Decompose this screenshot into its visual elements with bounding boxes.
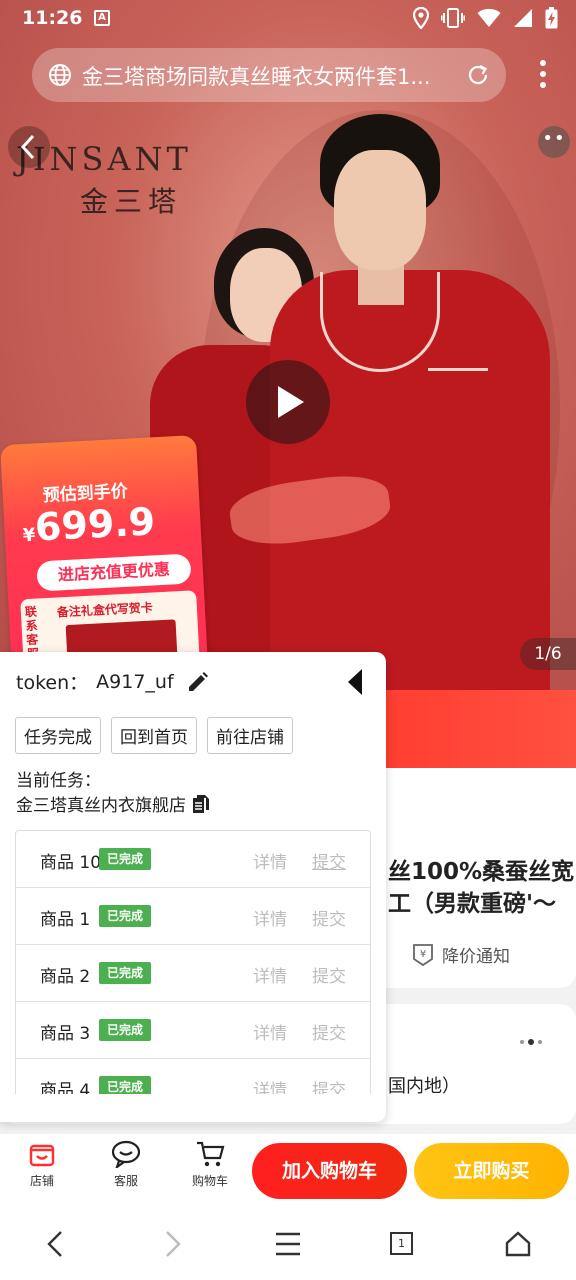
buy-now-button[interactable]: 立即购买 <box>414 1143 569 1199</box>
status-badge: 已完成 <box>99 1019 152 1041</box>
task-submit-link[interactable]: 提交 <box>312 848 346 873</box>
task-row: 商品 4 已完成 详情 提交 <box>16 1059 370 1094</box>
product-title[interactable]: 丝100%桑蚕丝宽 工（男款重磅'〜 <box>388 856 574 920</box>
chevron-left-icon <box>20 134 35 160</box>
task-submit-link[interactable]: 提交 <box>312 1019 346 1044</box>
browser-navigation-bar <box>0 1208 576 1280</box>
model-man-face <box>334 150 426 270</box>
product-title-line1: 丝100%桑蚕丝宽 <box>388 859 575 885</box>
token-value: A917_uf <box>96 670 174 693</box>
tabs-button[interactable]: 1 <box>390 1232 413 1255</box>
brand-logo-chinese: 金三塔 <box>80 185 183 218</box>
task-submit-link[interactable]: 提交 <box>312 1076 346 1094</box>
task-name: 商品 3 <box>40 1024 91 1044</box>
status-bar: 11:26 A <box>0 0 576 36</box>
task-panel: token： A917_uf 任务完成 回到首页 前往店铺 当前任务： 金三塔真… <box>0 652 386 1122</box>
customer-service-icon <box>111 1140 141 1168</box>
video-play-button[interactable] <box>246 360 330 444</box>
product-hero-image[interactable]: JINSANT 金三塔 预估到手价 ¥699.9 进店充值更优惠 联系客服 备注… <box>0 0 576 690</box>
current-store-name: 金三塔真丝内衣旗舰店 <box>16 796 186 816</box>
play-icon <box>278 386 304 418</box>
home-icon[interactable] <box>504 1230 532 1258</box>
task-row: 商品 10 已完成 详情 提交 <box>16 831 370 888</box>
task-done-button[interactable]: 任务完成 <box>15 717 101 754</box>
back-icon[interactable] <box>44 1230 66 1258</box>
cart-label: 购物车 <box>191 1174 228 1188</box>
task-name: 商品 4 <box>40 1081 91 1094</box>
page-more-button[interactable]: •• <box>538 126 570 158</box>
promo-price-value: 699.9 <box>33 499 157 550</box>
go-store-button[interactable]: 前往店铺 <box>207 717 293 754</box>
notification-a-icon: A <box>94 10 110 26</box>
token-label: token： <box>16 672 89 694</box>
shipping-text: 国内地） <box>388 1076 460 1097</box>
product-title-line2: 工（男款重磅'〜 <box>388 891 557 917</box>
browser-menu-icon[interactable] <box>540 60 546 88</box>
task-name: 商品 1 <box>40 910 91 930</box>
task-detail-link[interactable]: 详情 <box>253 962 287 987</box>
svg-text:¥: ¥ <box>420 949 426 960</box>
promo-price: ¥699.9 <box>21 499 156 550</box>
image-page-indicator: 1/6 <box>520 638 576 670</box>
store-label: 店铺 <box>29 1174 54 1188</box>
current-store: 金三塔真丝内衣旗舰店 <box>16 791 210 816</box>
status-badge: 已完成 <box>99 962 152 984</box>
store-tab[interactable]: 店铺 <box>12 1140 72 1189</box>
collapse-panel-icon[interactable] <box>346 668 366 696</box>
promo-note: 备注礼盒代写贺卡 <box>56 600 154 620</box>
task-row: 商品 3 已完成 详情 提交 <box>16 1002 370 1059</box>
wifi-icon <box>477 8 501 27</box>
service-label: 客服 <box>113 1174 138 1188</box>
task-submit-link[interactable]: 提交 <box>312 962 346 987</box>
task-list: 商品 10 已完成 详情 提交 商品 1 已完成 详情 提交 商品 2 已完成 … <box>15 830 371 1094</box>
edit-pencil-icon[interactable] <box>186 670 210 694</box>
vibrate-icon <box>441 8 465 28</box>
address-bar[interactable]: 金三塔商场同款真丝睡衣女两件套1... <box>32 48 506 102</box>
signal-icon <box>514 9 532 27</box>
panel-button-row: 任务完成 回到首页 前往店铺 <box>15 717 293 754</box>
forward-icon[interactable] <box>162 1230 184 1258</box>
location-icon <box>413 7 429 29</box>
battery-charging-icon <box>545 7 558 29</box>
price-tag-icon: ¥ <box>413 943 433 966</box>
menu-icon[interactable] <box>274 1230 302 1258</box>
task-row: 商品 2 已完成 详情 提交 <box>16 945 370 1002</box>
store-icon <box>29 1144 55 1167</box>
promo-subtitle: 进店充值更优惠 <box>36 553 192 592</box>
price-notify-button[interactable]: ¥ 降价通知 <box>412 942 510 967</box>
task-detail-link[interactable]: 详情 <box>253 1076 287 1094</box>
url-title: 金三塔商场同款真丝睡衣女两件套1... <box>82 65 431 89</box>
more-dots-icon: •• <box>542 128 566 149</box>
back-home-button[interactable]: 回到首页 <box>111 717 197 754</box>
pajama-pocket-piping <box>428 368 488 382</box>
carousel-dots <box>520 1039 542 1045</box>
bottom-action-bar: 店铺 客服 购物车 加入购物车 立即购买 <box>0 1134 576 1208</box>
add-to-cart-button[interactable]: 加入购物车 <box>252 1143 407 1199</box>
cart-tab[interactable]: 购物车 <box>180 1140 240 1189</box>
status-badge: 已完成 <box>99 848 152 870</box>
status-badge: 已完成 <box>99 905 152 927</box>
reload-icon[interactable] <box>466 63 490 87</box>
current-task-label: 当前任务： <box>16 771 101 791</box>
task-detail-link[interactable]: 详情 <box>253 905 287 930</box>
status-time: 11:26 <box>22 7 83 29</box>
status-badge: 已完成 <box>99 1076 152 1094</box>
task-name: 商品 2 <box>40 967 91 987</box>
task-detail-link[interactable]: 详情 <box>253 1019 287 1044</box>
token-row: token： A917_uf <box>16 668 210 695</box>
price-notify-label: 降价通知 <box>442 947 510 967</box>
task-row: 商品 1 已完成 详情 提交 <box>16 888 370 945</box>
service-tab[interactable]: 客服 <box>96 1140 156 1189</box>
globe-icon <box>49 64 71 86</box>
task-detail-link[interactable]: 详情 <box>253 848 287 873</box>
promo-currency: ¥ <box>22 524 36 547</box>
cart-icon <box>197 1141 225 1167</box>
task-submit-link[interactable]: 提交 <box>312 905 346 930</box>
page-back-button[interactable] <box>8 126 50 168</box>
copy-icon[interactable] <box>192 794 210 814</box>
promo-price-card: 预估到手价 ¥699.9 进店充值更优惠 联系客服 备注礼盒代写贺卡 <box>0 435 208 680</box>
task-name: 商品 10 <box>40 853 102 873</box>
